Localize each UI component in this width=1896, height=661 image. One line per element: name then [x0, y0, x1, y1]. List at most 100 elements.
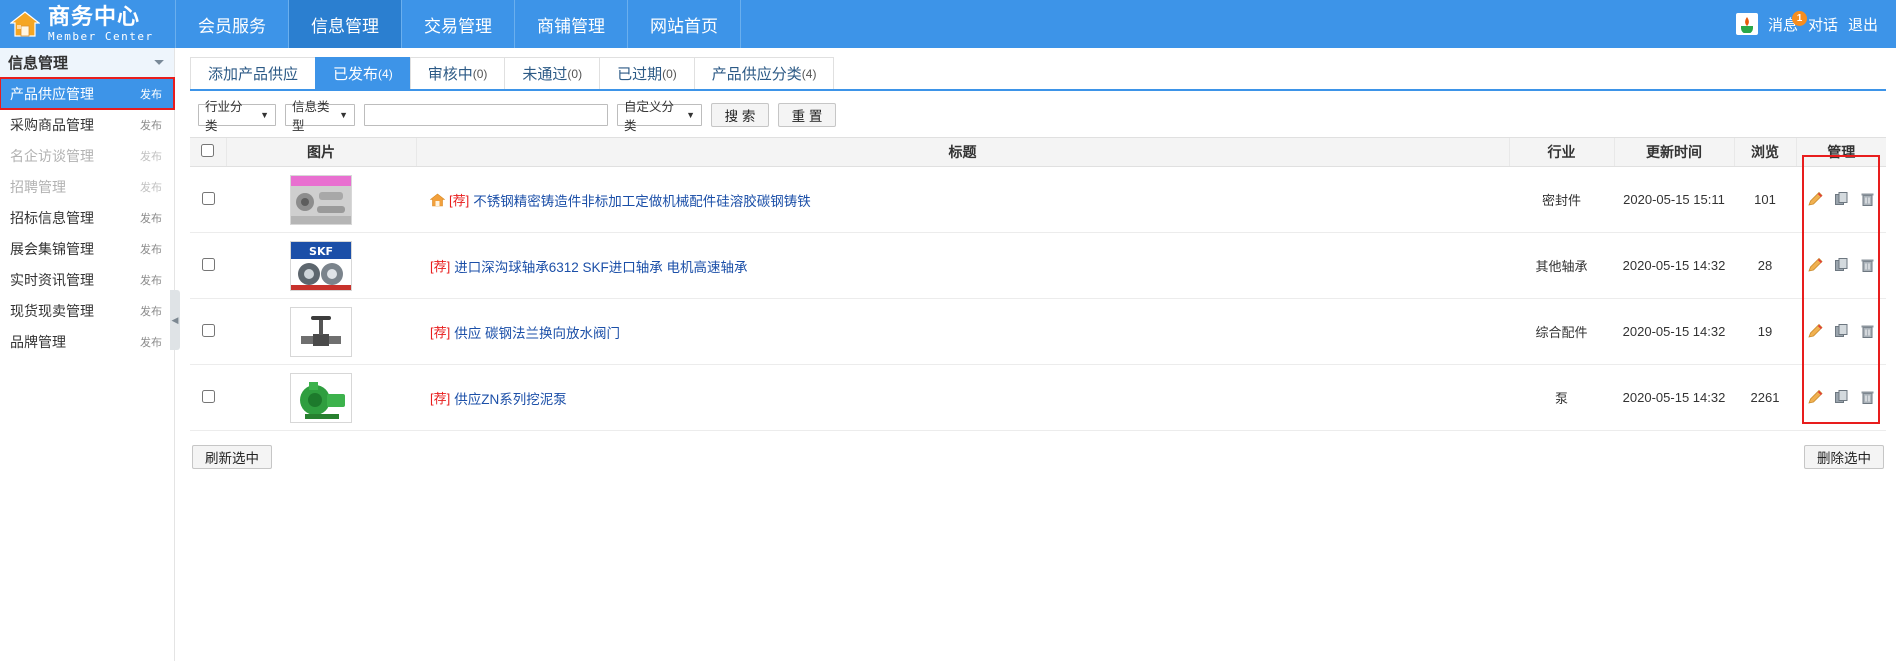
edit-pencil-icon[interactable] — [1807, 323, 1824, 340]
sidebar-item-label: 品牌管理 — [10, 332, 66, 352]
tab-label: 已发布 — [333, 63, 378, 84]
reset-button[interactable]: 重 置 — [778, 103, 836, 127]
row-image-cell — [226, 299, 416, 365]
delete-trash-icon[interactable] — [1859, 323, 1876, 340]
product-title-link[interactable]: 不锈钢精密铸造件非标加工定做机械配件硅溶胶碳钢铸铁 — [473, 190, 811, 210]
table-header-row: 图片 标题 行业 更新时间 浏览 管理 — [190, 138, 1886, 167]
edit-pencil-icon[interactable] — [1807, 389, 1824, 406]
sidebar-publish-link[interactable]: 发布 — [140, 303, 162, 319]
row-image-cell — [226, 167, 416, 233]
row-checkbox[interactable] — [202, 192, 215, 205]
sidebar-publish-link[interactable]: 发布 — [140, 86, 162, 102]
sidebar-publish-link[interactable]: 发布 — [140, 179, 162, 195]
tab-rejected[interactable]: 未通过(0) — [504, 57, 600, 89]
green-pump-thumb[interactable] — [290, 373, 352, 423]
refresh-selected-button[interactable]: 刷新选中 — [192, 445, 272, 469]
edit-pencil-icon[interactable] — [1807, 257, 1824, 274]
product-title-link[interactable]: 供应ZN系列挖泥泵 — [454, 388, 567, 408]
recommend-badge: [荐] — [449, 190, 469, 209]
sidebar-item-purchase-goods[interactable]: 采购商品管理 发布 — [0, 109, 174, 140]
info-type-select[interactable]: 信息类型 ▼ — [285, 104, 355, 126]
header-manage: 管理 — [1796, 138, 1886, 167]
sidebar-publish-link[interactable]: 发布 — [140, 241, 162, 257]
row-checkbox[interactable] — [202, 390, 215, 403]
tab-label: 审核中 — [428, 63, 473, 84]
nav-item-member-service[interactable]: 会员服务 — [175, 0, 288, 48]
header-views: 浏览 — [1734, 138, 1796, 167]
tab-expired[interactable]: 已过期(0) — [599, 57, 695, 89]
sidebar-collapse-handle[interactable]: ◀ — [170, 290, 180, 350]
nav-item-trade-management[interactable]: 交易管理 — [401, 0, 514, 48]
industry-category-select[interactable]: 行业分类 ▼ — [198, 104, 276, 126]
row-title-cell: [荐] 供应 碳钢法兰换向放水阀门 — [416, 299, 1509, 365]
recommend-badge: [荐] — [430, 322, 450, 341]
metal-parts-thumb[interactable] — [290, 175, 352, 225]
row-checkbox[interactable] — [202, 324, 215, 337]
row-select-cell — [190, 233, 226, 299]
custom-category-select[interactable]: 自定义分类 ▼ — [617, 104, 702, 126]
logout-link[interactable]: 退出 — [1848, 14, 1878, 35]
tab-under-review[interactable]: 审核中(0) — [410, 57, 506, 89]
tab-count: (0) — [662, 67, 677, 81]
sidebar-item-interviews[interactable]: 名企访谈管理 发布 — [0, 140, 174, 171]
header-title: 标题 — [416, 138, 1509, 167]
tab-label: 添加产品供应 — [208, 63, 298, 84]
select-all-checkbox[interactable] — [201, 144, 214, 157]
row-manage-cell — [1796, 299, 1886, 365]
main-content: 添加产品供应 已发布(4) 审核中(0) 未通过(0) 已过期(0) 产品供应分… — [176, 48, 1896, 661]
copy-icon[interactable] — [1833, 389, 1850, 406]
sidebar-item-product-supply[interactable]: 产品供应管理 发布 — [0, 78, 174, 109]
delete-trash-icon[interactable] — [1859, 389, 1876, 406]
row-update-time-cell: 2020-05-15 15:11 — [1614, 167, 1734, 233]
industry-category-value: 行业分类 — [205, 96, 252, 134]
sidebar-item-exhibitions[interactable]: 展会集锦管理 发布 — [0, 233, 174, 264]
delete-selected-button[interactable]: 删除选中 — [1804, 445, 1884, 469]
delete-trash-icon[interactable] — [1859, 191, 1876, 208]
row-industry-cell: 泵 — [1509, 365, 1614, 431]
row-checkbox[interactable] — [202, 258, 215, 271]
keyword-search-input[interactable] — [364, 104, 608, 126]
tab-add-product-supply[interactable]: 添加产品供应 — [190, 57, 316, 89]
sidebar-publish-link[interactable]: 发布 — [140, 148, 162, 164]
nav-item-homepage[interactable]: 网站首页 — [627, 0, 741, 48]
sidebar-item-bidding-info[interactable]: 招标信息管理 发布 — [0, 202, 174, 233]
filter-bar: 行业分类 ▼ 信息类型 ▼ 自定义分类 ▼ 搜 索 重 置 — [190, 91, 1886, 137]
row-views-cell: 28 — [1734, 233, 1796, 299]
valve-thumb[interactable] — [290, 307, 352, 357]
search-button[interactable]: 搜 索 — [711, 103, 769, 127]
row-manage-cell — [1796, 233, 1886, 299]
copy-icon[interactable] — [1833, 323, 1850, 340]
row-title-cell: [荐] 不锈钢精密铸造件非标加工定做机械配件硅溶胶碳钢铸铁 — [416, 167, 1509, 233]
product-title-link[interactable]: 进口深沟球轴承6312 SKF进口轴承 电机高速轴承 — [454, 256, 747, 276]
brand-name-cn: 商务中心 — [48, 6, 154, 28]
sidebar-item-label: 实时资讯管理 — [10, 270, 94, 290]
copy-icon[interactable] — [1833, 191, 1850, 208]
product-title-link[interactable]: 供应 碳钢法兰换向放水阀门 — [454, 322, 620, 342]
copy-icon[interactable] — [1833, 257, 1850, 274]
row-industry-cell: 其他轴承 — [1509, 233, 1614, 299]
sidebar-item-spot-sales[interactable]: 现货现卖管理 发布 — [0, 295, 174, 326]
edit-pencil-icon[interactable] — [1807, 191, 1824, 208]
title-line: [荐] 不锈钢精密铸造件非标加工定做机械配件硅溶胶碳钢铸铁 — [430, 190, 1509, 210]
tab-product-supply-categories[interactable]: 产品供应分类(4) — [694, 57, 835, 89]
sidebar-item-recruitment[interactable]: 招聘管理 发布 — [0, 171, 174, 202]
sidebar-publish-link[interactable]: 发布 — [140, 117, 162, 133]
nav-item-info-management[interactable]: 信息管理 — [288, 0, 401, 48]
row-actions — [1796, 389, 1886, 406]
sidebar-publish-link[interactable]: 发布 — [140, 272, 162, 288]
nav-item-shop-management[interactable]: 商铺管理 — [514, 0, 627, 48]
delete-trash-icon[interactable] — [1859, 257, 1876, 274]
sidebar-publish-link[interactable]: 发布 — [140, 210, 162, 226]
tab-published[interactable]: 已发布(4) — [315, 57, 411, 89]
brand-logo[interactable]: 商务中心 Member Center — [0, 0, 175, 48]
messages-link[interactable]: 消息 1 — [1768, 14, 1798, 35]
sidebar-item-realtime-news[interactable]: 实时资讯管理 发布 — [0, 264, 174, 295]
dialog-link[interactable]: 对话 — [1808, 14, 1838, 35]
sidebar-item-brand[interactable]: 品牌管理 发布 — [0, 326, 174, 357]
chevron-down-icon[interactable]: ⏷ — [154, 55, 164, 70]
sidebar-title[interactable]: 信息管理 ⏷ — [0, 48, 174, 78]
tab-label: 产品供应分类 — [712, 63, 802, 84]
skf-bearing-thumb[interactable]: SKF — [290, 241, 352, 291]
sidebar-publish-link[interactable]: 发布 — [140, 334, 162, 350]
title-line: [荐] 供应ZN系列挖泥泵 — [430, 388, 1509, 408]
